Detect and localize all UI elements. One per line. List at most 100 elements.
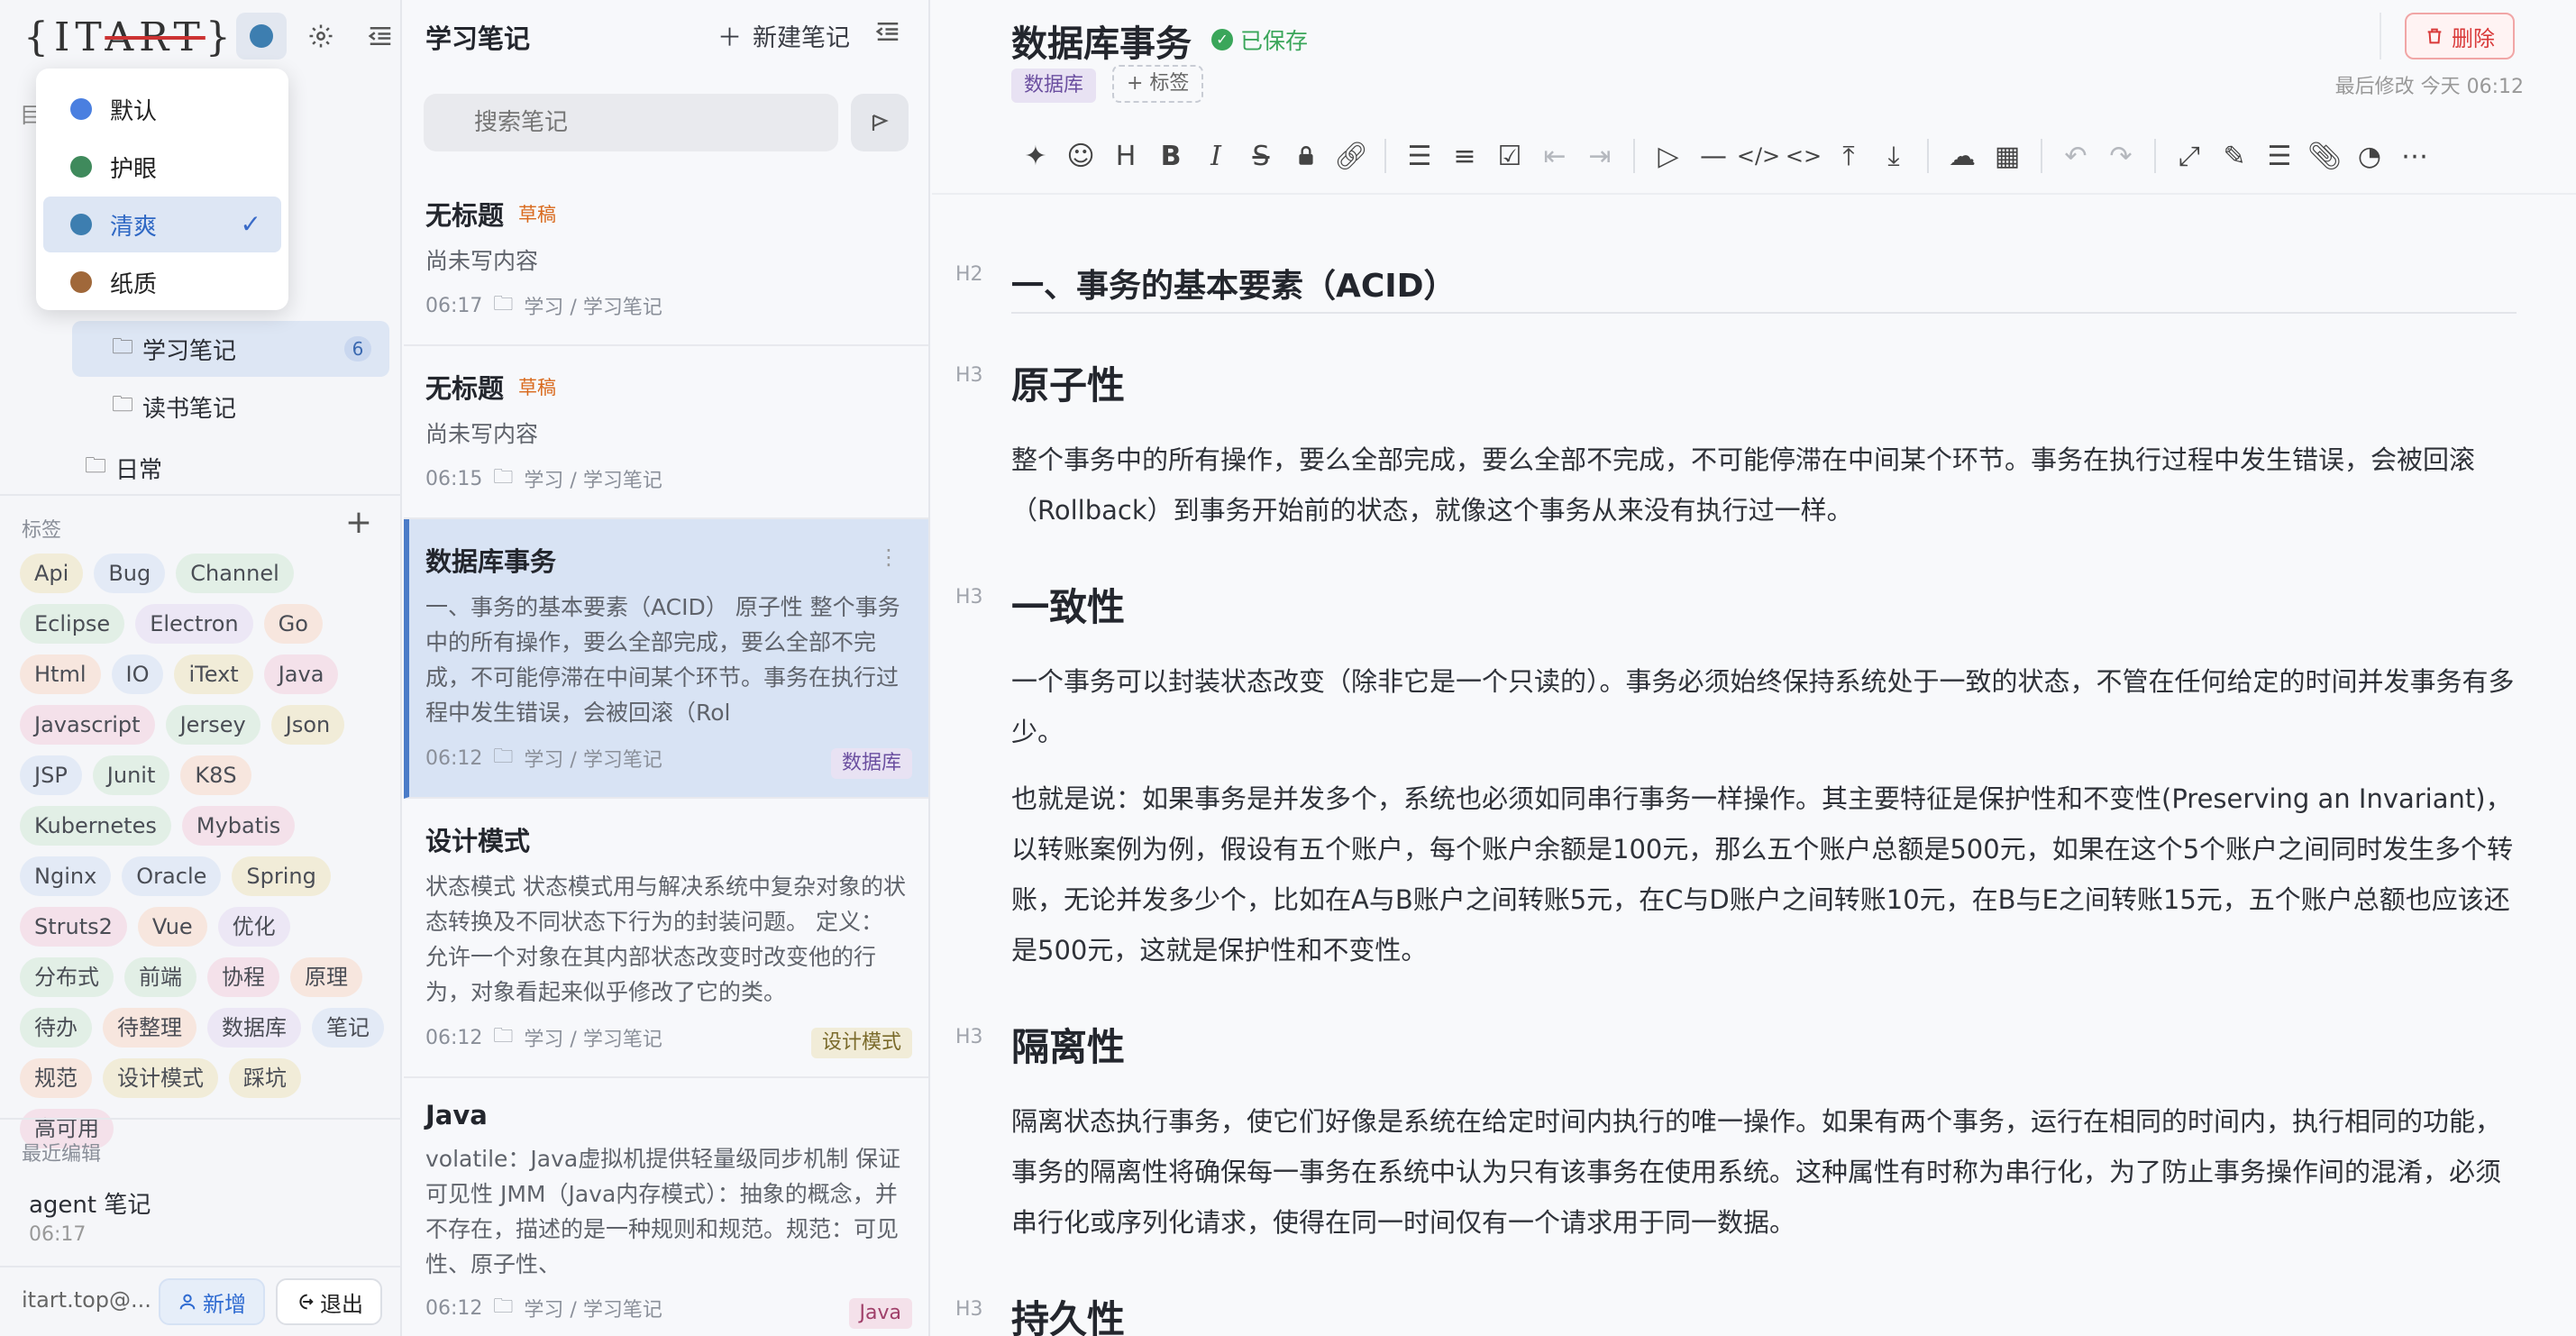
- tag-chip[interactable]: Java: [263, 654, 339, 694]
- tag-chip[interactable]: 待整理: [103, 1008, 196, 1048]
- tag-chip[interactable]: Spring: [232, 856, 331, 896]
- tag-chip[interactable]: 设计模式: [103, 1058, 218, 1098]
- tag-chip[interactable]: K8S: [180, 755, 251, 795]
- emoji-button[interactable]: ☺: [1058, 133, 1103, 178]
- note-title[interactable]: 数据库事务: [1011, 14, 1192, 67]
- upload-button[interactable]: ☁: [1940, 133, 1985, 178]
- outline-button[interactable]: ☰: [2257, 133, 2302, 178]
- collapse-sidebar-button[interactable]: [355, 13, 406, 59]
- note-tag[interactable]: 数据库: [1011, 69, 1097, 103]
- quote-button[interactable]: ▷: [1646, 133, 1691, 178]
- gear-icon: [309, 24, 333, 48]
- note-card[interactable]: 无标题 草稿 尚未写内容 06:15 🗀 学习 / 学习笔记: [404, 346, 928, 519]
- link-button[interactable]: 🔗︎: [1329, 133, 1374, 178]
- tag-chip[interactable]: Javascript: [20, 705, 155, 745]
- tag-chip[interactable]: Vue: [137, 907, 207, 947]
- tag-chip[interactable]: Channel: [176, 554, 294, 593]
- add-tag-button[interactable]: +: [343, 507, 375, 539]
- tag-chip[interactable]: Go: [263, 604, 323, 644]
- folder-count-badge: 6: [344, 336, 371, 361]
- recent-item[interactable]: agent 笔记 06:17: [29, 1186, 151, 1246]
- filter-button[interactable]: [851, 94, 909, 151]
- heading-button[interactable]: H: [1103, 133, 1148, 178]
- theme-option[interactable]: 默认: [43, 81, 281, 137]
- outdent-button[interactable]: ⇤: [1532, 133, 1577, 178]
- tag-chip[interactable]: Json: [270, 705, 345, 745]
- note-card[interactable]: 无标题 草稿 尚未写内容 06:17 🗀 学习 / 学习笔记: [404, 173, 928, 346]
- new-note-button[interactable]: ＋ 新建笔记: [717, 18, 850, 53]
- tag-chip[interactable]: 优化: [217, 907, 290, 947]
- settings-button[interactable]: [296, 13, 346, 59]
- strike-button[interactable]: S: [1238, 133, 1283, 178]
- tag-chip[interactable]: Electron: [135, 604, 253, 644]
- tag-chip[interactable]: Html: [20, 654, 101, 694]
- attachment-button[interactable]: 📎︎: [2302, 133, 2347, 178]
- tag-chip[interactable]: iText: [174, 654, 253, 694]
- heading-level-marker: H2: [955, 263, 983, 286]
- fullscreen-button[interactable]: ⤢: [2167, 133, 2212, 178]
- recent-item-time: 06:17: [29, 1223, 87, 1246]
- theme-option[interactable]: 护眼: [43, 139, 281, 195]
- tag-chip[interactable]: 前端: [124, 957, 196, 997]
- note-card-preview: 尚未写内容: [425, 248, 539, 274]
- theme-button[interactable]: [236, 13, 287, 59]
- edit-mode-button[interactable]: ✎: [2212, 133, 2257, 178]
- sort-menu-button[interactable]: [874, 18, 901, 51]
- search-input[interactable]: [424, 94, 838, 151]
- tag-chip[interactable]: 原理: [290, 957, 362, 997]
- note-card[interactable]: 数据库事务 一、事务的基本要素（ACID） 原子性 整个事务中的所有操作，要么全部…: [404, 519, 928, 799]
- lock-button[interactable]: [1283, 133, 1329, 178]
- theme-option[interactable]: 纸质: [43, 254, 281, 310]
- folder-item-daily[interactable]: 🗀 日常: [65, 440, 389, 496]
- redo-button[interactable]: ↷: [2098, 133, 2143, 178]
- tag-chip[interactable]: 踩坑: [229, 1058, 301, 1098]
- insert-before-button[interactable]: ⤒: [1826, 133, 1871, 178]
- tag-chip[interactable]: 规范: [20, 1058, 92, 1098]
- inline-code-button[interactable]: <>: [1781, 133, 1826, 178]
- draft-badge: 草稿: [518, 377, 557, 398]
- tag-chip[interactable]: Struts2: [20, 907, 127, 947]
- tag-chip[interactable]: 分布式: [20, 957, 114, 997]
- folder-item-study-notes[interactable]: 🗀 学习笔记 6: [72, 321, 389, 377]
- tag-chip[interactable]: Eclipse: [20, 604, 125, 644]
- tag-chip[interactable]: 待办: [20, 1008, 92, 1048]
- bold-button[interactable]: B: [1148, 133, 1193, 178]
- more-button[interactable]: ⋯: [2392, 133, 2437, 178]
- tag-chip[interactable]: 数据库: [207, 1008, 301, 1048]
- code-block-button[interactable]: </>: [1736, 133, 1781, 178]
- add-tag-chip[interactable]: + 标签: [1112, 65, 1204, 103]
- horizontal-rule-button[interactable]: —: [1691, 133, 1736, 178]
- kebab-menu-icon[interactable]: ⋮: [878, 544, 900, 570]
- bullet-list-button[interactable]: ☰: [1397, 133, 1442, 178]
- tag-chip[interactable]: Jersey: [165, 705, 260, 745]
- tag-chip[interactable]: 协程: [207, 957, 279, 997]
- new-user-button[interactable]: 新增: [159, 1278, 265, 1325]
- insert-after-button[interactable]: ⤓: [1871, 133, 1916, 178]
- theme-option[interactable]: 清爽 ✓: [43, 197, 281, 252]
- tag-chip[interactable]: JSP: [20, 755, 82, 795]
- tag-chip[interactable]: Bug: [94, 554, 166, 593]
- ai-sparkle-button[interactable]: ✦: [1013, 133, 1058, 178]
- delete-button[interactable]: 删除: [2405, 13, 2515, 59]
- note-card[interactable]: 设计模式 状态模式 状态模式用与解决系统中复杂对象的状态转换及不同状态下行为的封装…: [404, 799, 928, 1078]
- tag-chip[interactable]: Kubernetes: [20, 806, 171, 846]
- note-card[interactable]: Java volatile：Java虚拟机提供轻量级同步机制 保证可见性 JMM（…: [404, 1078, 928, 1336]
- theme-toggle-button[interactable]: ◔: [2347, 133, 2392, 178]
- ordered-list-button[interactable]: ≡: [1442, 133, 1487, 178]
- folder-item-reading-notes[interactable]: 🗀 读书笔记: [72, 379, 389, 435]
- italic-button[interactable]: I: [1193, 133, 1238, 178]
- tag-chip[interactable]: Oracle: [122, 856, 222, 896]
- tag-chip[interactable]: Mybatis: [181, 806, 296, 846]
- tag-chip[interactable]: Nginx: [20, 856, 112, 896]
- sidebar-footer: itart.top@... 新增 退出: [0, 1267, 402, 1336]
- table-button[interactable]: ▦: [1985, 133, 2030, 178]
- tag-chip[interactable]: Api: [20, 554, 84, 593]
- note-path: 学习 / 学习笔记: [524, 297, 662, 319]
- indent-button[interactable]: ⇥: [1577, 133, 1622, 178]
- undo-button[interactable]: ↶: [2053, 133, 2098, 178]
- logout-button[interactable]: 退出: [276, 1278, 382, 1325]
- tag-chip[interactable]: 笔记: [312, 1008, 384, 1048]
- checklist-button[interactable]: ☑: [1487, 133, 1532, 178]
- tag-chip[interactable]: Junit: [92, 755, 170, 795]
- tag-chip[interactable]: IO: [111, 654, 164, 694]
